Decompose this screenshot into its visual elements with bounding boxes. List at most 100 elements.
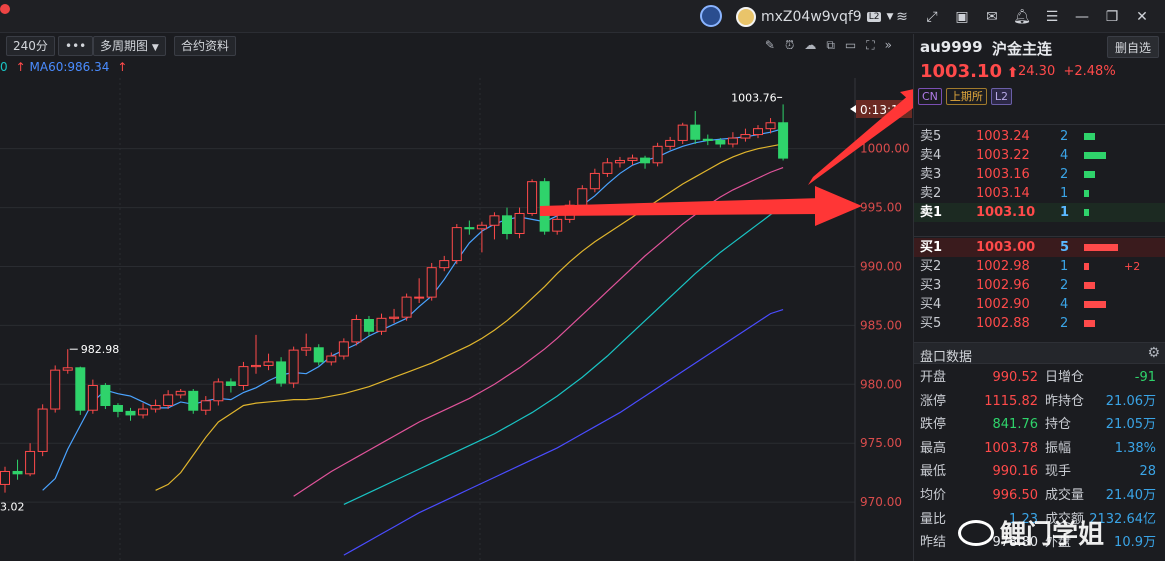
- level-price: 1003.22: [976, 148, 1030, 163]
- bid-row[interactable]: 买2 1002.98 1 +2: [914, 257, 1165, 276]
- red-arrow-lower-head: [815, 186, 862, 226]
- stat-label: 昨持仓: [1045, 393, 1085, 409]
- stat-value: 28: [1139, 464, 1156, 480]
- stat-label: 最高: [920, 440, 947, 456]
- level-label: 买2: [920, 259, 942, 274]
- volume-bar: [1084, 301, 1107, 308]
- level-price: 1003.16: [976, 167, 1030, 182]
- stat-label: 量比: [920, 511, 947, 527]
- bid-row[interactable]: 买1 1003.00 5: [914, 238, 1165, 257]
- exchange-tags: CN 上期所 L2: [918, 88, 1013, 105]
- stat-label: 现手: [1045, 464, 1072, 480]
- stat-value: -91: [1134, 370, 1156, 385]
- level-volume: 1: [1060, 259, 1069, 274]
- stat-label: 跌停: [920, 417, 947, 433]
- volume-change: +2: [1124, 260, 1141, 273]
- stat-value: 10.9万: [1114, 535, 1156, 551]
- ask-book: 卖5 1003.24 2 卖4 1003.22 4 卖3 1003.16 2 卖2 1003.14 1…: [914, 124, 1165, 222]
- bid-row[interactable]: 买3 1002.96 2: [914, 276, 1165, 295]
- level-volume: 1: [1060, 186, 1069, 201]
- level-volume: 2: [1060, 278, 1069, 293]
- volume-bar: [1084, 133, 1096, 140]
- stat-label: 涨停: [920, 393, 947, 409]
- volume-bar: [1084, 282, 1096, 289]
- level-volume: 4: [1060, 148, 1069, 163]
- level-label: 卖4: [920, 148, 942, 163]
- stat-row: 涨停 1115.82 昨持仓 21.06万: [914, 390, 1165, 414]
- ask-row[interactable]: 卖1 1003.10 1: [914, 203, 1165, 222]
- level-volume: 2: [1060, 316, 1069, 331]
- stat-value: 1115.82: [984, 393, 1038, 409]
- price-change: 24.30 +2.48%: [1018, 64, 1116, 79]
- gear-icon[interactable]: ⚙: [1147, 345, 1160, 361]
- level-price: 1003.14: [976, 186, 1030, 201]
- volume-bar: [1084, 171, 1096, 178]
- level-label: 买4: [920, 297, 942, 312]
- ask-row[interactable]: 卖3 1003.16 2: [914, 165, 1165, 184]
- level-volume: 2: [1060, 129, 1069, 144]
- stat-row: 开盘 990.52 日增仓 -91: [914, 366, 1165, 390]
- watermark-text: 鲤门学姐: [1000, 520, 1105, 550]
- bid-row[interactable]: 买5 1002.88 2: [914, 314, 1165, 333]
- market-data-header: 盘口数据 ⚙: [914, 342, 1165, 365]
- level-volume: 1: [1060, 205, 1070, 220]
- bid-book: 买1 1003.00 5 买2 1002.98 1 +2 买3 1002.96 2 买4 1002.9…: [914, 236, 1165, 333]
- stat-value: 1003.78: [984, 440, 1038, 456]
- level-volume: 5: [1060, 240, 1070, 255]
- stat-label: 昨结: [920, 535, 947, 551]
- bid-row[interactable]: 买4 1002.90 4: [914, 295, 1165, 314]
- level-price: 1002.90: [976, 297, 1030, 312]
- stat-label: 持仓: [1045, 417, 1072, 433]
- symbol-name: 沪金主连: [992, 40, 1053, 58]
- stat-value: 21.40万: [1105, 487, 1156, 503]
- volume-bar: [1084, 263, 1090, 270]
- stat-label: 日增仓: [1045, 370, 1085, 385]
- level-volume: 2: [1060, 167, 1069, 182]
- weibo-icon: [958, 519, 994, 546]
- ask-row[interactable]: 卖2 1003.14 1: [914, 184, 1165, 203]
- level-price: 1003.00: [976, 240, 1036, 255]
- tag-l2: L2: [990, 88, 1013, 105]
- red-arrow-lower: [540, 198, 822, 216]
- level-label: 买5: [920, 316, 942, 331]
- stat-value: 990.16: [992, 464, 1039, 480]
- stat-value: 1.38%: [1114, 440, 1156, 456]
- symbol-code: au9999: [920, 38, 983, 56]
- stat-value: 996.50: [992, 487, 1039, 503]
- remove-watchlist-button[interactable]: 删自选: [1106, 36, 1159, 58]
- stat-value: 21.06万: [1105, 393, 1156, 409]
- stat-label: 最低: [920, 464, 947, 480]
- stat-row: 均价 996.50 成交量 21.40万: [914, 484, 1165, 508]
- level-volume: 4: [1060, 297, 1069, 312]
- level-price: 1002.98: [976, 259, 1030, 274]
- level-label: 卖1: [920, 205, 943, 220]
- stat-row: 最低 990.16 现手 28: [914, 460, 1165, 484]
- stat-value: 841.76: [992, 417, 1039, 433]
- stat-label: 均价: [920, 487, 947, 503]
- volume-bar: [1084, 190, 1090, 197]
- stat-label: 成交量: [1045, 487, 1085, 503]
- tag-cn: CN: [918, 88, 942, 105]
- market-data-title: 盘口数据: [920, 350, 973, 365]
- volume-bar: [1084, 244, 1118, 251]
- quote-panel: au9999 沪金主连 删自选 1003.10 ⬆ 24.30 +2.48% C…: [913, 34, 1165, 561]
- level-price: 1002.88: [976, 316, 1030, 331]
- stat-value: 21.05万: [1105, 417, 1156, 433]
- volume-bar: [1084, 209, 1090, 216]
- level-label: 卖3: [920, 167, 942, 182]
- watermark: 鲤门学姐: [958, 514, 1104, 551]
- level-price: 1002.96: [976, 278, 1030, 293]
- ask-row[interactable]: 卖5 1003.24 2: [914, 127, 1165, 146]
- last-price: 1003.10 ⬆: [920, 61, 1019, 82]
- level-label: 卖2: [920, 186, 942, 201]
- tag-exchange: 上期所: [945, 88, 987, 105]
- level-label: 买1: [920, 240, 943, 255]
- volume-bar: [1084, 152, 1107, 159]
- up-arrow-icon: ⬆: [1001, 65, 1019, 81]
- level-label: 买3: [920, 278, 942, 293]
- stat-row: 跌停 841.76 持仓 21.05万: [914, 413, 1165, 437]
- level-price: 1003.10: [976, 205, 1036, 220]
- stat-label: 振幅: [1045, 440, 1072, 456]
- ask-row[interactable]: 卖4 1003.22 4: [914, 146, 1165, 165]
- red-arrow-upper: [808, 88, 928, 185]
